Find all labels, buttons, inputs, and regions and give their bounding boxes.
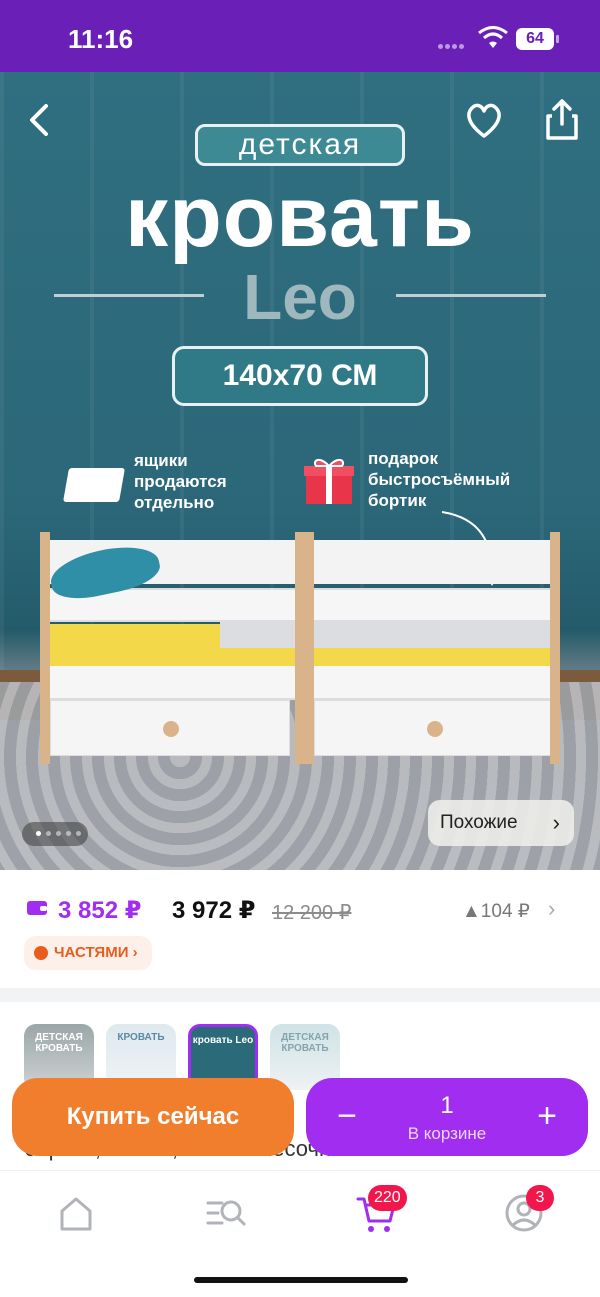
promo-brand: Leo (243, 261, 357, 333)
similar-label: Похожие (440, 812, 518, 833)
cart-count-badge: 220 (368, 1185, 407, 1211)
divider (396, 294, 546, 297)
carousel-indicator (22, 822, 88, 846)
back-icon[interactable] (16, 96, 64, 144)
wallet-icon (27, 901, 47, 915)
share-icon[interactable] (538, 96, 586, 144)
promo-title: кровать (125, 169, 475, 265)
increment-button[interactable]: + (522, 1092, 572, 1142)
promo-pill: детская (195, 124, 405, 166)
similar-button[interactable]: Похожие › (428, 800, 574, 846)
drawer-icon (63, 468, 125, 502)
home-indicator (194, 1277, 408, 1283)
status-time: 11:16 (68, 24, 134, 54)
installments-label: ЧАСТЯМИ › (54, 944, 138, 961)
pie-icon (34, 946, 48, 960)
profile-badge: 3 (526, 1185, 554, 1211)
product-image-carousel[interactable]: детская кровать Leo 140x70 СМ ящики прод… (0, 72, 600, 870)
card-price: 3 852 ₽ (58, 897, 142, 924)
price-change[interactable]: ▲104 ₽ (462, 900, 530, 923)
chevron-right-icon: › (552, 810, 560, 835)
gift-icon (304, 459, 354, 504)
heart-icon[interactable] (460, 96, 508, 144)
price-section: 3 852 ₽ 3 972 ₽ 12 200 ₽ ▲104 ₽ › ЧАСТЯМ… (0, 870, 600, 988)
section-gap (0, 988, 600, 1002)
battery-icon: 64 (516, 28, 559, 50)
promo-size: 140x70 СМ (172, 346, 428, 406)
bottom-nav: 220 3 (0, 1170, 600, 1297)
old-price: 12 200 ₽ (272, 902, 352, 924)
home-icon[interactable] (52, 1189, 100, 1237)
cart-quantity-stepper: − 1 В корзине + (306, 1078, 588, 1156)
installments-badge[interactable]: ЧАСТЯМИ › (24, 936, 152, 970)
status-bar: 11:16 64 (0, 0, 600, 72)
buy-now-button[interactable]: Купить сейчас (12, 1078, 294, 1156)
bed-illustration (40, 532, 560, 764)
signal-icon (438, 36, 470, 49)
wifi-icon (478, 26, 508, 48)
chevron-right-icon[interactable]: › (548, 896, 555, 922)
note-drawers: ящики продаются отдельно (134, 451, 227, 512)
catalog-search-icon[interactable] (202, 1189, 250, 1237)
main-price: 3 972 ₽ (172, 897, 256, 924)
